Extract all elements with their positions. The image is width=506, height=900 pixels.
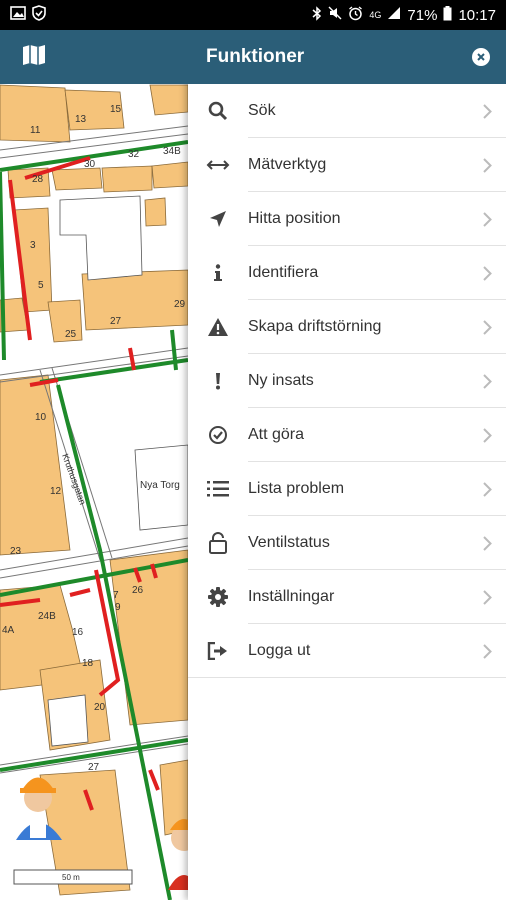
chevron-right-icon xyxy=(468,211,506,227)
menu-item-label: Mätverktyg xyxy=(248,156,327,173)
check-circle-icon xyxy=(188,425,248,445)
functions-drawer: Funktioner Sök Mätverktyg Hitta position… xyxy=(188,30,506,900)
map-icon[interactable] xyxy=(22,44,46,71)
map-label: 11 xyxy=(30,125,41,136)
map-label: 3 xyxy=(30,240,36,251)
map-label: 32 xyxy=(128,149,140,160)
map-label: 9 xyxy=(115,602,121,613)
scale-label: 50 m xyxy=(62,873,80,882)
battery-icon xyxy=(443,5,452,25)
menu-item-logout[interactable]: Logga ut xyxy=(188,624,506,678)
menu-item-create-outage[interactable]: Skapa driftstörning xyxy=(188,300,506,354)
map-label: 28 xyxy=(32,174,44,185)
map-label: 24B xyxy=(38,611,56,622)
chevron-right-icon xyxy=(468,157,506,173)
location-arrow-icon xyxy=(188,210,248,228)
map-label: 12 xyxy=(50,486,62,497)
menu-item-find-position[interactable]: Hitta position xyxy=(188,192,506,246)
map-label: 27 xyxy=(88,762,100,773)
map-label: 16 xyxy=(72,627,84,638)
menu-item-identify[interactable]: Identifiera xyxy=(188,246,506,300)
map-label: 23 xyxy=(10,546,22,557)
map-label: 4A xyxy=(2,625,15,636)
gallery-notification-icon xyxy=(10,6,26,24)
divider xyxy=(188,677,506,678)
map-label: 18 xyxy=(82,658,94,669)
scale-bar: 50 m xyxy=(13,869,133,885)
gear-icon xyxy=(188,587,248,607)
map-label: 25 xyxy=(65,329,77,340)
menu-item-todo[interactable]: Att göra xyxy=(188,408,506,462)
menu-item-measure[interactable]: Mätverktyg xyxy=(188,138,506,192)
chevron-right-icon xyxy=(468,319,506,335)
search-icon xyxy=(188,101,248,121)
status-left xyxy=(10,5,46,25)
map-canvas[interactable]: 11 13 15 28 30 32 34B 3 5 25 27 29 10 12… xyxy=(0,30,188,900)
info-icon xyxy=(188,264,248,282)
status-right: 4G 71% 10:17 xyxy=(312,5,496,25)
map-label: 27 xyxy=(110,316,122,327)
chevron-right-icon xyxy=(468,481,506,497)
status-bar: 4G 71% 10:17 xyxy=(0,0,506,30)
menu-item-label: Sök xyxy=(248,102,276,119)
map-label: 30 xyxy=(84,159,96,170)
logout-icon xyxy=(188,642,248,660)
map-view[interactable]: 11 13 15 28 30 32 34B 3 5 25 27 29 10 12… xyxy=(0,30,188,900)
menu-item-list-problems[interactable]: Lista problem xyxy=(188,462,506,516)
map-label: 13 xyxy=(75,114,87,125)
map-label: 20 xyxy=(94,702,106,713)
clock-time: 10:17 xyxy=(458,6,496,24)
menu-item-label: Lista problem xyxy=(248,480,345,497)
chevron-right-icon xyxy=(468,643,506,659)
warning-icon xyxy=(188,317,248,337)
menu-item-new-effort[interactable]: Ny insats xyxy=(188,354,506,408)
menu-item-label: Ny insats xyxy=(248,372,314,389)
menu-item-settings[interactable]: Inställningar xyxy=(188,570,506,624)
unlock-icon xyxy=(188,532,248,554)
map-label: 5 xyxy=(38,280,44,291)
close-icon xyxy=(477,53,485,61)
menu-item-label: Ventilstatus xyxy=(248,534,330,551)
list-icon xyxy=(188,479,248,499)
shield-notification-icon xyxy=(32,5,46,25)
battery-percent: 71% xyxy=(407,6,438,24)
map-label: 34B xyxy=(163,146,181,157)
map-label: 15 xyxy=(110,104,122,115)
measure-icon xyxy=(188,159,248,171)
menu-item-label: Att göra xyxy=(248,426,305,443)
square-label: Nya Torg xyxy=(140,480,180,491)
menu-item-label: Inställningar xyxy=(248,588,335,605)
chevron-right-icon xyxy=(468,373,506,389)
menu-item-valve-status[interactable]: Ventilstatus xyxy=(188,516,506,570)
signal-icon xyxy=(387,6,401,24)
drawer-header: Funktioner xyxy=(188,30,506,84)
map-label: 7 xyxy=(113,590,119,601)
bluetooth-icon xyxy=(312,5,322,25)
alarm-icon xyxy=(348,5,363,25)
drawer-title: Funktioner xyxy=(206,46,305,67)
signal-label: 4G xyxy=(369,10,382,20)
chevron-right-icon xyxy=(468,427,506,443)
map-header xyxy=(0,30,188,84)
close-button[interactable] xyxy=(472,48,490,66)
map-label: 29 xyxy=(174,299,186,310)
menu-item-label: Logga ut xyxy=(248,642,311,659)
chevron-right-icon xyxy=(468,103,506,119)
menu-list: Sök Mätverktyg Hitta position Identifier… xyxy=(188,84,506,678)
chevron-right-icon xyxy=(468,265,506,281)
chevron-right-icon xyxy=(468,535,506,551)
menu-item-label: Identifiera xyxy=(248,264,319,281)
menu-item-label: Hitta position xyxy=(248,210,341,227)
map-label: 26 xyxy=(132,585,144,596)
exclamation-icon xyxy=(188,372,248,390)
map-label: 10 xyxy=(35,412,47,423)
mute-icon xyxy=(328,6,342,24)
menu-item-search[interactable]: Sök xyxy=(188,84,506,138)
menu-item-label: Skapa driftstörning xyxy=(248,318,382,335)
chevron-right-icon xyxy=(468,589,506,605)
